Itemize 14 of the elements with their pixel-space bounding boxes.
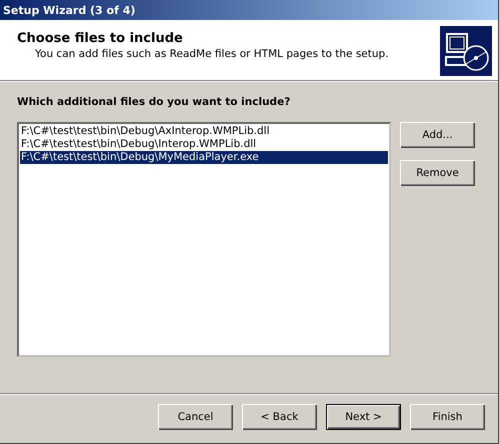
window-title: Setup Wizard (3 of 4) <box>0 0 498 20</box>
next-button[interactable]: Next > <box>326 404 401 430</box>
add-button[interactable]: Add... <box>400 122 475 148</box>
file-item[interactable]: F:\C#\test\test\bin\Debug\Interop.WMPLib.dll <box>20 138 388 151</box>
cancel-button[interactable]: Cancel <box>158 404 233 430</box>
file-item[interactable]: F:\C#\test\test\bin\Debug\MyMediaPlayer.exe <box>20 151 388 164</box>
files-prompt: Which additional files do you want to include? <box>17 96 292 108</box>
finish-button[interactable]: Finish <box>410 404 485 430</box>
header-title: Choose files to include <box>17 31 184 46</box>
header-subtitle: You can add files such as ReadMe files or HTML pages to the setup. <box>35 48 389 60</box>
back-button[interactable]: < Back <box>242 404 317 430</box>
file-list[interactable]: F:\C#\test\test\bin\Debug\AxInterop.WMPLib.dll F:\C#\test\test\bin\Debug\Interop.WMPLib.dll F:\C#\test\test\bin\Debug\MyMediaPlayer.exe <box>17 122 391 357</box>
remove-button[interactable]: Remove <box>400 160 475 186</box>
file-item[interactable]: F:\C#\test\test\bin\Debug\AxInterop.WMPLib.dll <box>20 125 388 138</box>
